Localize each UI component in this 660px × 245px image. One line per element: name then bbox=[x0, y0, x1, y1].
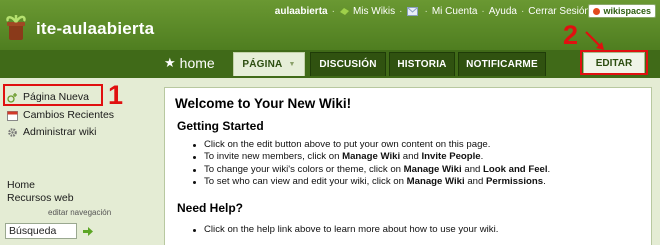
wikis-icon bbox=[339, 7, 349, 15]
username-link[interactable]: aulaabierta bbox=[275, 6, 328, 17]
section-heading-getting-started: Getting Started bbox=[177, 119, 264, 133]
calendar-icon bbox=[7, 110, 18, 121]
chevron-down-icon[interactable]: ▼ bbox=[288, 61, 295, 68]
annotation-arrow-icon bbox=[585, 31, 604, 50]
list-item-text: To invite new members, click on bbox=[204, 151, 343, 163]
getting-started-list: Click on the edit button above to put yo… bbox=[193, 139, 550, 188]
wikispaces-badge[interactable]: wikispaces bbox=[588, 4, 656, 18]
edit-navigation-link[interactable]: editar navegación bbox=[48, 208, 111, 217]
sidebar-item-web-resources[interactable]: Recursos web bbox=[7, 192, 74, 204]
list-item-bold: Manage Wiki bbox=[342, 151, 401, 163]
list-item: Click on the edit button above to put yo… bbox=[193, 139, 550, 151]
list-item-bold: Manage Wiki bbox=[406, 175, 465, 187]
section-heading-need-help: Need Help? bbox=[177, 201, 244, 215]
main-content: Welcome to Your New Wiki! Getting Starte… bbox=[164, 87, 652, 245]
wikispaces-logo-icon bbox=[593, 7, 601, 15]
list-item: To change your wiki's colors or theme, c… bbox=[193, 164, 550, 176]
list-item-text: and bbox=[464, 175, 487, 187]
my-wikis-link[interactable]: Mis Wikis bbox=[353, 6, 395, 17]
list-item-text: . bbox=[543, 175, 546, 187]
list-item: To invite new members, click on Manage W… bbox=[193, 151, 550, 163]
separator: · bbox=[331, 5, 335, 17]
page-title: Welcome to Your New Wiki! bbox=[175, 96, 352, 111]
list-item-bold: Look and Feel bbox=[483, 163, 548, 175]
tab-label: HISTORIA bbox=[397, 59, 447, 70]
my-account-link[interactable]: Mi Cuenta bbox=[432, 6, 478, 17]
wiki-logo-icon[interactable] bbox=[4, 12, 28, 42]
list-item: Click on the help link above to learn mo… bbox=[193, 224, 498, 236]
home-label: home bbox=[179, 55, 215, 71]
separator: · bbox=[481, 5, 485, 17]
mail-icon[interactable] bbox=[406, 6, 418, 16]
list-item-bold: Invite People bbox=[421, 151, 481, 163]
sidebar-item-manage-wiki[interactable]: Administrar wiki bbox=[7, 126, 97, 138]
tab-label: PÁGINA bbox=[242, 59, 283, 70]
list-item-bold: Permissions bbox=[486, 175, 544, 187]
list-item-text: and bbox=[400, 151, 422, 163]
separator: · bbox=[424, 5, 428, 17]
list-item-text: To change your wiki's colors or theme, c… bbox=[204, 163, 404, 175]
tab-label: DISCUSIÓN bbox=[319, 59, 377, 70]
list-item-text: . bbox=[480, 151, 484, 163]
user-bar: aulaabierta · Mis Wikis · · Mi Cuenta · … bbox=[275, 4, 590, 18]
home-link[interactable]: ★ home bbox=[164, 52, 215, 74]
list-item-text: and bbox=[461, 163, 484, 175]
search-input[interactable] bbox=[5, 223, 77, 239]
site-title[interactable]: ite-aulaabierta bbox=[36, 19, 154, 39]
annotation-highlight-new-page bbox=[3, 84, 103, 106]
go-arrow-icon[interactable] bbox=[82, 226, 94, 237]
sign-out-link[interactable]: Cerrar Sesión bbox=[528, 6, 590, 17]
list-item-text: To set who can view and edit your wiki, … bbox=[204, 175, 407, 187]
wikispaces-label: wikispaces bbox=[603, 6, 651, 16]
tab-label: NOTIFICARME bbox=[466, 59, 538, 70]
separator: · bbox=[399, 5, 403, 17]
header: ite-aulaabierta aulaabierta · Mis Wikis … bbox=[0, 0, 660, 78]
separator: · bbox=[520, 5, 525, 17]
sidebar-item-home[interactable]: Home bbox=[7, 179, 35, 191]
list-item-text: Click on the edit button above to put yo… bbox=[204, 139, 491, 150]
help-link[interactable]: Ayuda bbox=[489, 6, 517, 17]
list-item-text: Click on the help link above to learn mo… bbox=[204, 224, 499, 235]
annotation-number-2: 2 bbox=[563, 20, 579, 50]
sidebar-item-label: Administrar wiki bbox=[23, 126, 97, 138]
star-icon: ★ bbox=[164, 55, 176, 70]
list-item-text: . bbox=[547, 163, 551, 175]
tab-pagina[interactable]: PÁGINA ▼ bbox=[233, 52, 305, 76]
tab-historia[interactable]: HISTORIA bbox=[389, 52, 455, 76]
list-item: To set who can view and edit your wiki, … bbox=[193, 176, 550, 188]
list-item-bold: Manage Wiki bbox=[403, 163, 462, 175]
sidebar-item-label: Cambios Recientes bbox=[23, 109, 115, 121]
tab-notificarme[interactable]: NOTIFICARME bbox=[458, 52, 546, 76]
gear-icon bbox=[8, 127, 17, 137]
tab-discusion[interactable]: DISCUSIÓN bbox=[310, 52, 386, 76]
annotation-number-1: 1 bbox=[108, 80, 124, 110]
need-help-list: Click on the help link above to learn mo… bbox=[193, 224, 498, 236]
sidebar-item-recent-changes[interactable]: Cambios Recientes bbox=[7, 109, 114, 121]
